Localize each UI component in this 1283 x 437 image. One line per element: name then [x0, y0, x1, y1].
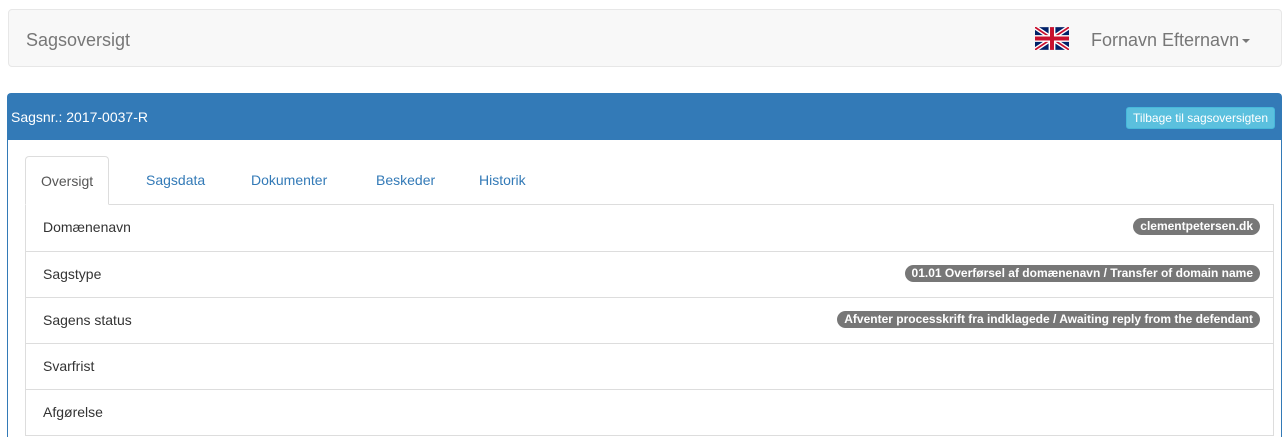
navbar-brand[interactable]: Sagsoversigt: [26, 30, 130, 51]
user-menu[interactable]: Fornavn Efternavn: [1091, 30, 1251, 51]
list-item-decision: Afgørelse: [26, 389, 1273, 435]
row-label: Svarfrist: [43, 358, 95, 374]
row-label: Sagens status: [43, 312, 132, 328]
tab-sagsdata[interactable]: Sagsdata: [131, 156, 220, 205]
list-item-status: Sagens status Afventer processkrift fra …: [26, 297, 1273, 343]
tab-bar: Oversigt Sagsdata Dokumenter Beskeder Hi…: [25, 156, 1274, 205]
tab-beskeder[interactable]: Beskeder: [361, 156, 450, 205]
row-label: Domænenavn: [43, 219, 131, 235]
row-label: Afgørelse: [43, 404, 103, 420]
overview-list: Domænenavn clementpetersen.dk Sagstype 0…: [25, 205, 1274, 436]
tab-oversigt[interactable]: Oversigt: [25, 156, 110, 205]
domain-badge: clementpetersen.dk: [1133, 218, 1260, 235]
status-badge: Afventer processkrift fra indklagede / A…: [837, 311, 1260, 328]
case-panel: Sagsnr.: 2017-0037-R Tilbage til sagsove…: [7, 93, 1282, 437]
tab-historik[interactable]: Historik: [464, 156, 541, 205]
top-navbar: Sagsoversigt Fornavn Efternavn: [8, 9, 1282, 67]
list-item-domain: Domænenavn clementpetersen.dk: [26, 205, 1273, 251]
case-number-title: Sagsnr.: 2017-0037-R: [11, 109, 148, 125]
tab-dokumenter[interactable]: Dokumenter: [236, 156, 342, 205]
caret-down-icon: [1242, 39, 1251, 44]
list-item-deadline: Svarfrist: [26, 343, 1273, 389]
row-label: Sagstype: [43, 266, 102, 282]
user-name: Fornavn Efternavn: [1091, 30, 1240, 50]
case-type-badge: 01.01 Overførsel af domænenavn / Transfe…: [904, 265, 1260, 282]
list-item-case-type: Sagstype 01.01 Overførsel af domænenavn …: [26, 251, 1273, 297]
back-to-overview-button[interactable]: Tilbage til sagsoversigten: [1126, 107, 1275, 129]
panel-heading: Sagsnr.: 2017-0037-R Tilbage til sagsove…: [8, 94, 1281, 140]
uk-flag-icon[interactable]: [1035, 27, 1069, 50]
